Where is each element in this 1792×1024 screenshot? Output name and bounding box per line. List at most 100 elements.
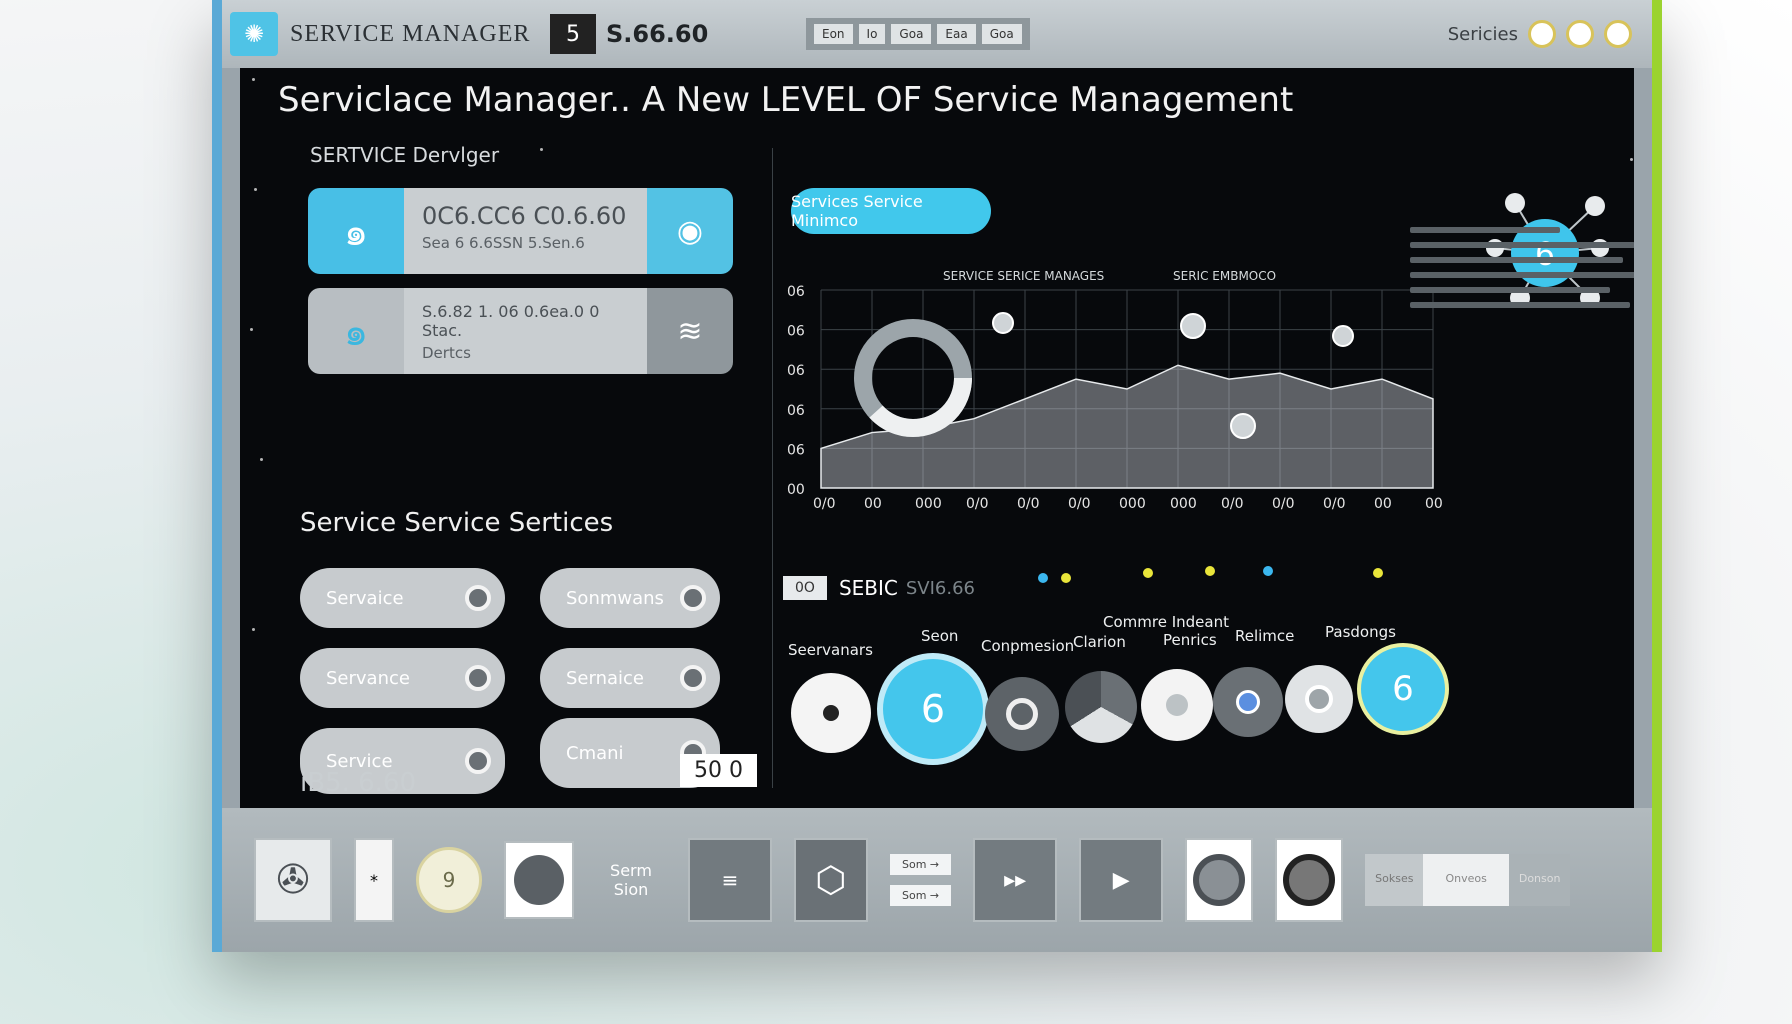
- info-line: [1410, 272, 1634, 278]
- app-logo-icon: ✺: [230, 12, 278, 56]
- chart-marker[interactable]: [1332, 325, 1354, 347]
- gauge-label: Seon: [921, 627, 959, 645]
- serm-label: Serm Sion: [610, 861, 652, 899]
- window-dot-icon[interactable]: [1604, 20, 1632, 48]
- info-line: [1410, 257, 1623, 263]
- count-badge: 5: [550, 14, 596, 54]
- mini-button[interactable]: Som →: [890, 885, 952, 906]
- chart-marker[interactable]: [1230, 413, 1256, 439]
- mini-count-box: 50 0: [680, 754, 757, 787]
- skip-button[interactable]: ▸▸: [973, 838, 1058, 922]
- cube-button[interactable]: ⬡: [794, 838, 868, 922]
- network-node[interactable]: [1505, 193, 1525, 213]
- gauge-dial[interactable]: [1141, 669, 1213, 741]
- bottom-toolbar: ✇ * 9 Serm Sion ≡ ⬡ Som → Som → ▸▸ ▶ Sok…: [222, 808, 1652, 952]
- toolbar-tab[interactable]: Eaa: [937, 24, 976, 44]
- chart-marker[interactable]: [992, 312, 1014, 334]
- window-dot-icon[interactable]: [1566, 20, 1594, 48]
- status-dot: [1143, 568, 1153, 578]
- swirl-icon: ๑: [308, 188, 404, 274]
- gauge-dial[interactable]: [1285, 665, 1353, 733]
- pie-gauge[interactable]: [1065, 671, 1137, 743]
- knob-button[interactable]: [1185, 838, 1254, 922]
- service-pill[interactable]: Sernaice: [540, 648, 720, 708]
- wave-icon[interactable]: ≋: [647, 288, 733, 374]
- window-dot-icon[interactable]: [1528, 20, 1556, 48]
- toolbar-tab[interactable]: Eon: [814, 24, 853, 44]
- service-pill[interactable]: Servaice: [300, 568, 505, 628]
- chart-marker[interactable]: [1180, 313, 1206, 339]
- status-dot: [1205, 566, 1215, 576]
- x-tick-label: 000: [915, 496, 942, 512]
- x-tick-label: 0/0: [1272, 496, 1295, 512]
- chart-title-right: SERIC EMBMOCO: [1173, 269, 1276, 283]
- toolbar-tab[interactable]: Goa: [981, 24, 1022, 44]
- info-line: [1410, 227, 1560, 233]
- services-link[interactable]: Sericies: [1448, 24, 1518, 45]
- service-id-box[interactable]: 0O: [783, 576, 827, 600]
- toolbar-tab[interactable]: Io: [858, 24, 886, 44]
- serm-button[interactable]: Serm Sion: [596, 840, 666, 920]
- gauge-dial[interactable]: [791, 673, 871, 753]
- dashboard-screen: Serviclace Manager.. A New LEVEL OF Serv…: [240, 68, 1634, 808]
- service-code: SEBIC: [838, 576, 898, 600]
- pill-label: Sonmwans: [566, 587, 664, 609]
- gauge-dial-active[interactable]: 6: [877, 653, 989, 765]
- info-line: [1410, 242, 1634, 248]
- radio-icon: [465, 665, 491, 691]
- y-tick-label: 06: [787, 284, 805, 300]
- status-segments: Sokses Onveos Donson: [1365, 854, 1571, 906]
- status-segment[interactable]: Donson: [1508, 854, 1571, 906]
- menu-button[interactable]: ≡: [688, 838, 772, 922]
- knob-icon: [1283, 854, 1336, 906]
- services-button[interactable]: Services Service Minimco: [791, 188, 991, 234]
- record-button[interactable]: [504, 841, 574, 919]
- x-tick-label: 0/0: [1221, 496, 1244, 512]
- x-tick-label: 00: [1425, 496, 1443, 512]
- service-card[interactable]: ๑ 0C6.CC6 C0.6.60 Sea 6 6.6SSN 5.Sen.6 ◉: [308, 188, 733, 274]
- y-tick-label: 06: [787, 403, 805, 419]
- x-tick-label: 000: [1170, 496, 1197, 512]
- top-right-controls: Sericies: [1448, 20, 1632, 48]
- y-axis-ticks: 06 06 06 06 06 00: [787, 284, 805, 498]
- toolbar-tab[interactable]: Goa: [891, 24, 932, 44]
- x-tick-label: 0/0: [1017, 496, 1040, 512]
- decor-star: [260, 458, 263, 461]
- fan-button[interactable]: ✇: [254, 838, 332, 922]
- radio-icon: [680, 665, 706, 691]
- service-pill[interactable]: Servance: [300, 648, 505, 708]
- status-segment[interactable]: Onveos: [1423, 854, 1509, 906]
- circle-icon: [514, 855, 564, 905]
- gauge-label: Relimce: [1235, 627, 1295, 645]
- gauge-row: Commre Indeant Seervanars Seon Conpmesio…: [773, 613, 1449, 793]
- network-node[interactable]: [1585, 196, 1605, 216]
- app-title: SERVICE MANAGER: [290, 20, 531, 47]
- status-segment[interactable]: Sokses: [1365, 854, 1424, 906]
- service-pill[interactable]: Sonmwans: [540, 568, 720, 628]
- gauge-dial[interactable]: [985, 677, 1059, 751]
- pill-label: Sernaice: [566, 667, 644, 689]
- pill-label: Cmani: [566, 742, 624, 764]
- star-button[interactable]: *: [354, 838, 394, 922]
- info-line: [1410, 302, 1630, 308]
- card-value: 0C6.CC6 C0.6.60: [422, 202, 627, 230]
- gauge-dial-highlight[interactable]: 6: [1357, 643, 1449, 735]
- fan-icon: ✇: [276, 857, 310, 903]
- number-label: 9: [442, 868, 456, 892]
- cube-icon: ⬡: [815, 859, 847, 901]
- toggle-icon[interactable]: ◉: [647, 188, 733, 274]
- knob-button[interactable]: [1275, 838, 1344, 922]
- status-dot: [1061, 573, 1071, 583]
- gauge-dial[interactable]: [1213, 667, 1283, 737]
- card-value: S.6.82 1. 06 0.6ea.0 0 Stac.: [422, 302, 600, 340]
- play-button[interactable]: ▶: [1079, 838, 1164, 922]
- play-icon: ▶: [1112, 867, 1130, 893]
- gauge-label: Seervanars: [788, 641, 873, 659]
- mini-button[interactable]: Som →: [890, 854, 952, 875]
- knob-icon: [1193, 854, 1246, 906]
- service-card[interactable]: ๑ S.6.82 1. 06 0.6ea.0 0 Stac. Dertcs ≋: [308, 288, 733, 374]
- y-tick-label: 00: [787, 482, 805, 498]
- number-button[interactable]: 9: [416, 847, 482, 913]
- card-subtext: Dertcs: [422, 344, 471, 362]
- service-code-sub: SVI6.66: [905, 577, 975, 599]
